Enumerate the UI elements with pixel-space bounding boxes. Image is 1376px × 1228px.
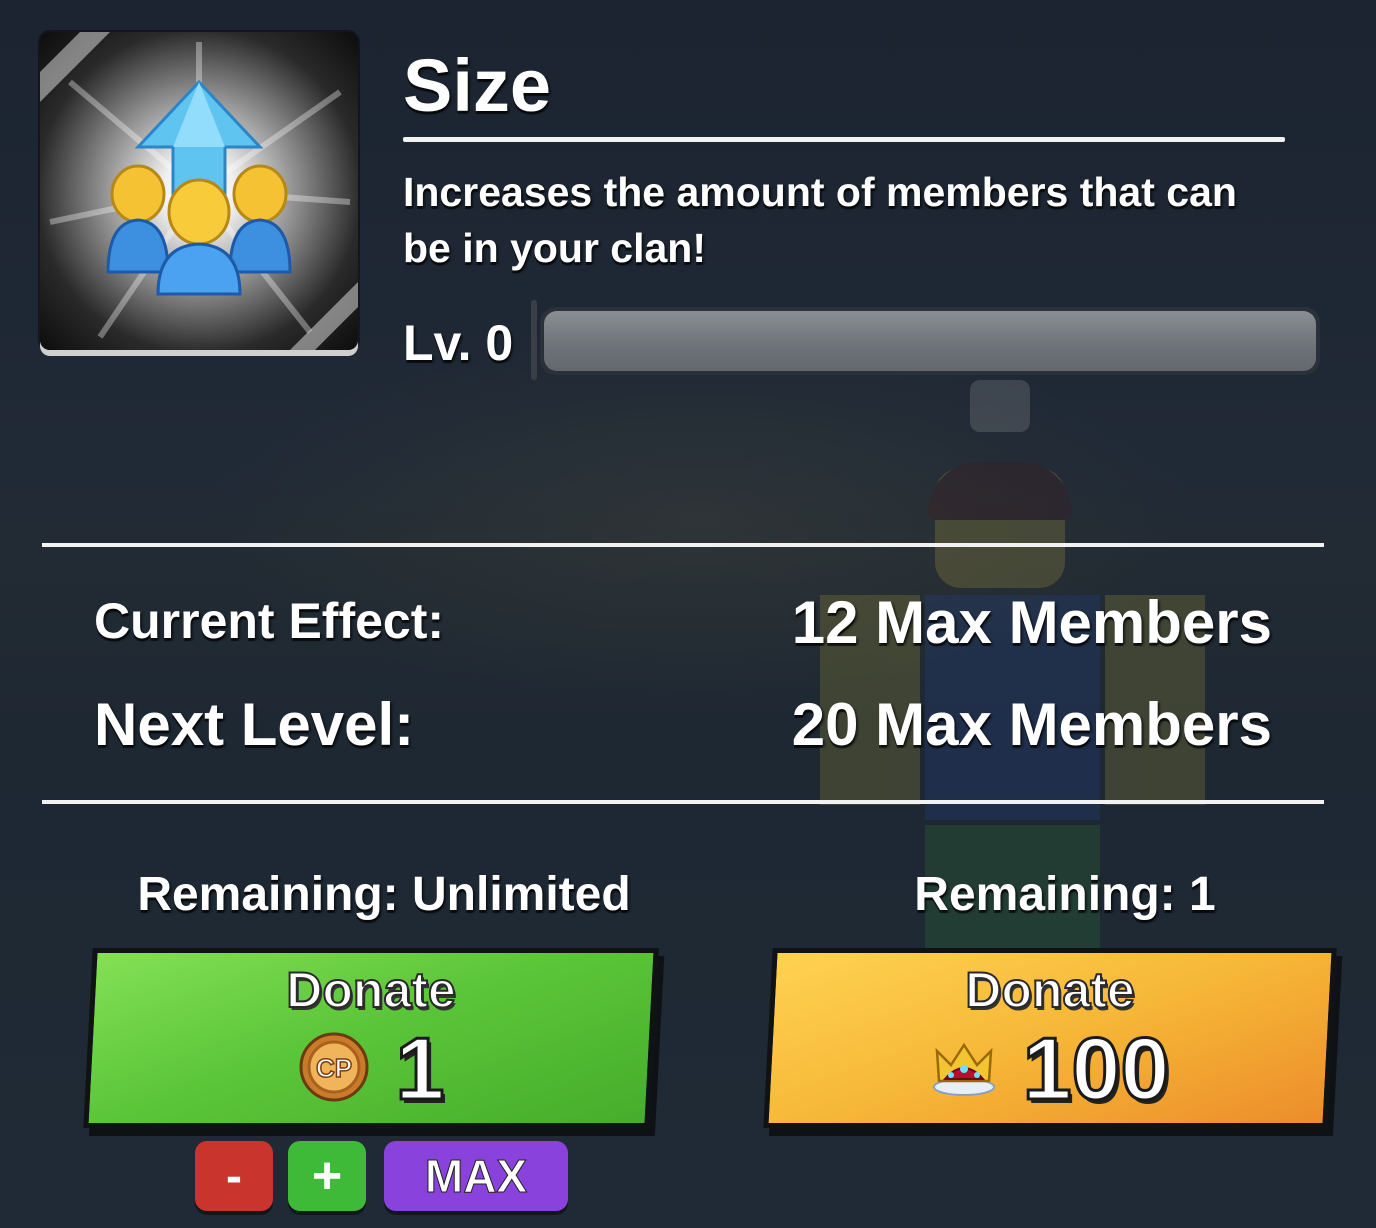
stats-divider-bottom: [42, 800, 1324, 804]
donate-coins-label: Donate: [285, 961, 456, 1019]
donate-coins-amount: 1: [394, 1018, 446, 1120]
clan-size-upgrade-icon: [40, 32, 358, 350]
current-effect-value: 12 Max Members: [791, 589, 1272, 656]
max-button[interactable]: MAX: [384, 1141, 568, 1211]
crown-icon: [931, 1037, 997, 1102]
upgrade-description: Increases the amount of members that can…: [403, 169, 1237, 271]
coins-remaining: Remaining: Unlimited: [137, 868, 631, 921]
title-divider: [403, 137, 1285, 142]
level-label: Lv. 0: [403, 315, 514, 371]
next-level-value: 20 Max Members: [791, 691, 1272, 758]
level-progress-bar: [540, 307, 1320, 375]
level-separator: [531, 300, 537, 380]
svg-text:CP: CP: [315, 1053, 351, 1083]
donate-crowns-label: Donate: [964, 961, 1135, 1019]
current-effect-label: Current Effect:: [94, 593, 445, 649]
next-level-label: Next Level:: [94, 691, 415, 758]
cp-coin-icon: CP: [298, 1031, 370, 1108]
donate-crowns-button[interactable]: Donate 100: [763, 948, 1337, 1128]
upgrade-title: Size: [403, 44, 552, 127]
crowns-remaining: Remaining: 1: [914, 868, 1216, 921]
increase-button[interactable]: +: [288, 1141, 366, 1211]
stats-divider-top: [42, 543, 1324, 547]
donate-crowns-amount: 100: [1021, 1018, 1171, 1120]
donate-coins-button[interactable]: Donate CP 1: [83, 948, 659, 1128]
decrease-button[interactable]: -: [195, 1141, 273, 1211]
